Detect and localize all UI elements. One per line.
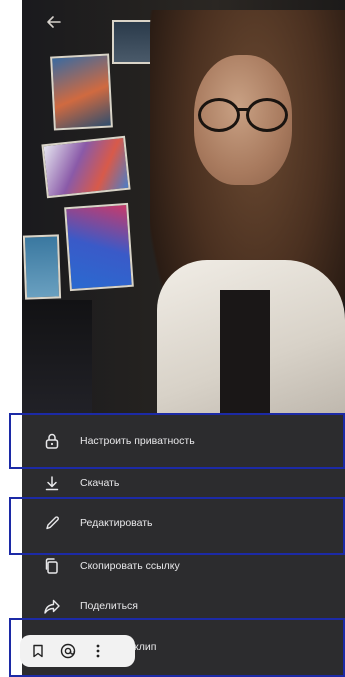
poster (22, 234, 62, 300)
poster (64, 202, 134, 292)
arrow-left-icon[interactable] (44, 12, 64, 32)
mention-icon[interactable] (56, 639, 80, 663)
copy-icon (42, 556, 62, 576)
menu-item-label: Скопировать ссылку (80, 560, 180, 572)
glasses-lens (198, 98, 240, 132)
highlight-frame (9, 497, 345, 555)
share-icon (42, 596, 62, 616)
person-top (220, 290, 270, 420)
shelf (22, 300, 92, 420)
bottom-action-bar (20, 635, 135, 667)
poster (41, 135, 131, 199)
glasses-bridge (236, 108, 248, 111)
menu-item-label: Поделиться (80, 600, 138, 612)
highlight-frame (9, 413, 345, 469)
menu-item-label: Скачать (80, 477, 120, 489)
bookmark-icon[interactable] (26, 639, 50, 663)
poster (50, 53, 113, 131)
more-vertical-icon[interactable] (86, 639, 110, 663)
glasses-lens (246, 98, 288, 132)
download-icon (42, 473, 62, 493)
